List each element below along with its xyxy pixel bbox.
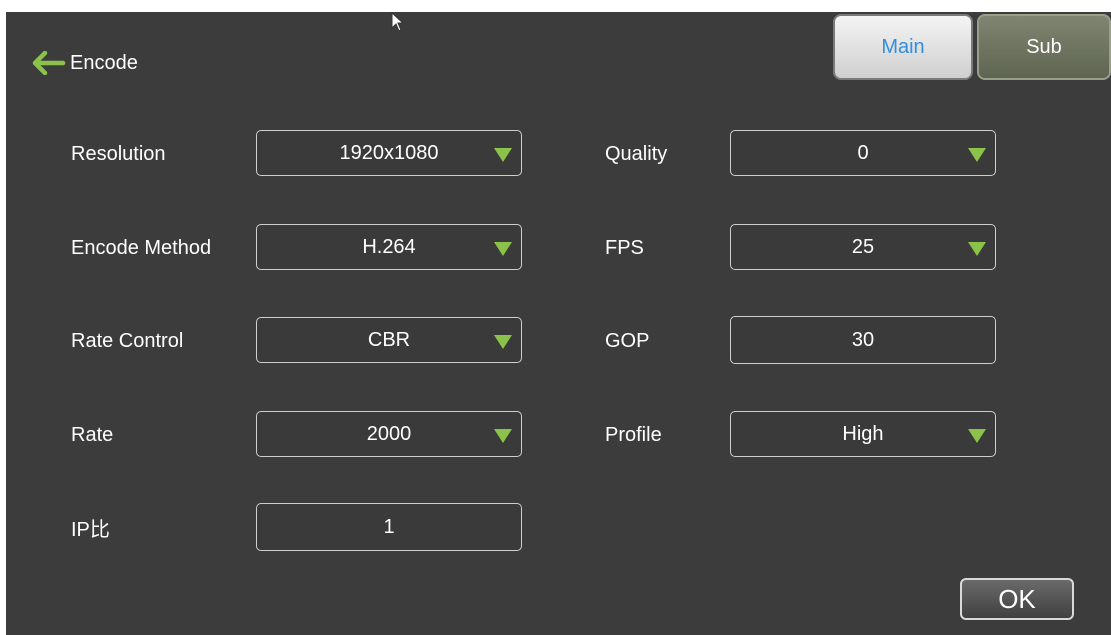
ok-button[interactable]: OK — [960, 578, 1074, 620]
profile-value: High — [842, 422, 884, 445]
chevron-down-icon — [968, 429, 986, 443]
rate-control-value: CBR — [367, 328, 411, 351]
back-button[interactable]: Encode — [32, 48, 138, 78]
chevron-down-icon — [968, 242, 986, 256]
gop-input[interactable]: 30 — [730, 316, 996, 364]
rate-control-label: Rate Control — [71, 330, 184, 352]
encode-method-value: H.264 — [362, 235, 416, 258]
tab-sub[interactable]: Sub — [977, 14, 1111, 80]
chevron-down-icon — [968, 148, 986, 162]
rate-control-select[interactable]: CBR — [256, 317, 522, 363]
mouse-pointer-icon — [391, 12, 405, 32]
rate-label: Rate — [71, 424, 114, 446]
quality-select[interactable]: 0 — [730, 130, 996, 176]
fps-value: 25 — [851, 235, 875, 258]
chevron-down-icon — [494, 429, 512, 443]
chevron-down-icon — [494, 335, 512, 349]
arrow-left-icon — [32, 51, 66, 75]
ip-ratio-label: IP比 — [71, 519, 110, 541]
resolution-select[interactable]: 1920x1080 — [256, 130, 522, 176]
fps-label: FPS — [605, 237, 644, 259]
quality-value: 0 — [857, 141, 869, 164]
rate-select[interactable]: 2000 — [256, 411, 522, 457]
resolution-value: 1920x1080 — [339, 141, 439, 164]
quality-label: Quality — [605, 143, 668, 165]
ip-ratio-value: 1 — [383, 515, 395, 538]
encode-method-select[interactable]: H.264 — [256, 224, 522, 270]
tab-main[interactable]: Main — [833, 14, 973, 80]
resolution-label: Resolution — [71, 143, 166, 165]
rate-value: 2000 — [366, 422, 412, 445]
fps-select[interactable]: 25 — [730, 224, 996, 270]
encode-method-label: Encode Method — [71, 237, 212, 259]
chevron-down-icon — [494, 148, 512, 162]
profile-select[interactable]: High — [730, 411, 996, 457]
gop-value: 30 — [851, 328, 875, 351]
gop-label: GOP — [605, 330, 650, 352]
ip-ratio-input[interactable]: 1 — [256, 503, 522, 551]
chevron-down-icon — [494, 242, 512, 256]
profile-label: Profile — [605, 424, 662, 446]
page-title: Encode — [70, 51, 138, 74]
